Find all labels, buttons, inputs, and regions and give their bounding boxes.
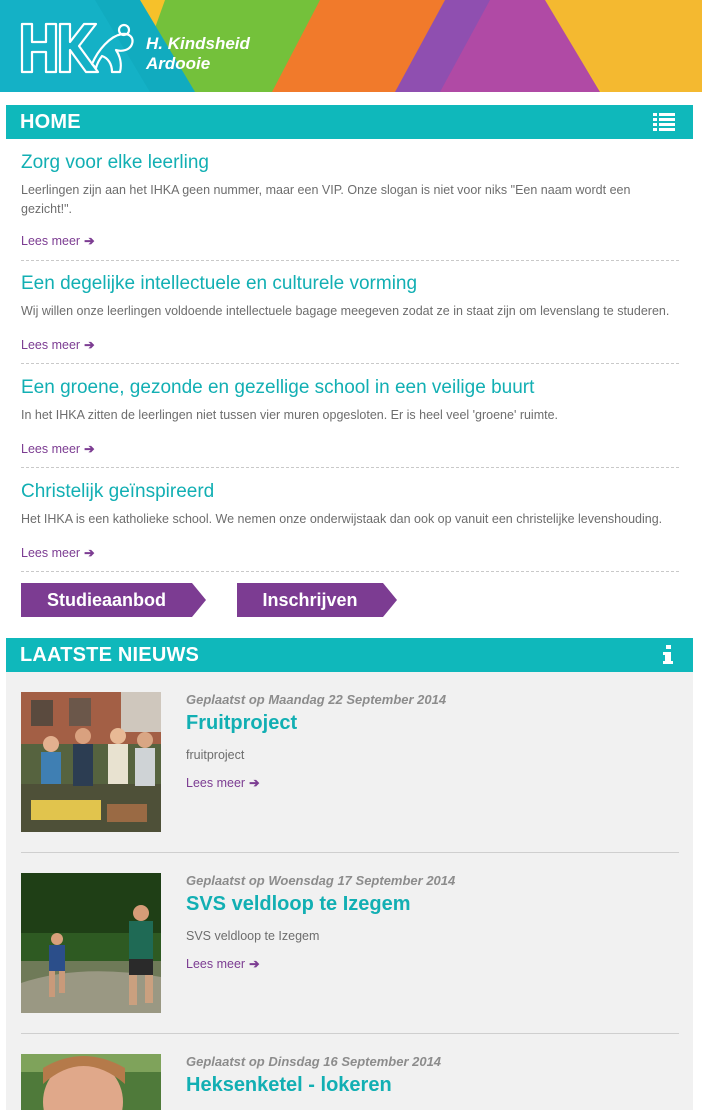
intro-item-title[interactable]: Zorg voor elke leerling [21, 152, 679, 174]
read-more-label: Lees meer [186, 776, 246, 790]
news-item: Geplaatst op Woensdag 17 September 2014 … [21, 873, 679, 1013]
read-more-link[interactable]: Lees meer ➔ [21, 545, 95, 560]
read-more-label: Lees meer [186, 957, 246, 971]
read-more-label: Lees meer [21, 442, 81, 456]
fruitproject-photo [21, 692, 161, 832]
news-summary: SVS veldloop te Izegem [186, 929, 320, 943]
site-header: H. Kindsheid Ardooie [0, 0, 702, 92]
heksenketel-photo [21, 1054, 161, 1110]
intro-item-title[interactable]: Een degelijke intellectuele en culturele… [21, 273, 679, 295]
news-date: Geplaatst op Woensdag 17 September 2014 [186, 873, 456, 888]
arrow-right-icon: ➔ [84, 442, 95, 456]
read-more-link[interactable]: Lees meer ➔ [21, 337, 95, 352]
news-thumbnail[interactable] [21, 692, 161, 832]
intro-item-title[interactable]: Een groene, gezonde en gezellige school … [21, 377, 679, 399]
brand-line-2: Ardooie [146, 54, 211, 73]
news-date: Geplaatst op Dinsdag 16 September 2014 [186, 1054, 442, 1069]
divider [21, 363, 679, 364]
inschrijven-label: Inschrijven [262, 590, 358, 610]
studieaanbod-button[interactable]: Studieaanbod [21, 583, 206, 617]
brand-line-1: H. Kindsheid [146, 34, 250, 53]
intro-item-text: In het IHKA zitten de leerlingen niet tu… [21, 408, 559, 422]
arrow-right-icon: ➔ [84, 546, 95, 560]
read-more-label: Lees meer [21, 234, 81, 248]
arrow-right-icon: ➔ [84, 234, 95, 248]
divider [21, 1033, 679, 1034]
intro-item: Zorg voor elke leerling Leerlingen zijn … [21, 152, 679, 219]
info-icon[interactable] [657, 645, 679, 665]
read-more-link[interactable]: Lees meer ➔ [186, 956, 260, 971]
arrow-right-icon: ➔ [249, 957, 260, 971]
news-date: Geplaatst op Maandag 22 September 2014 [186, 692, 447, 707]
intro-item-text: Wij willen onze leerlingen voldoende int… [21, 304, 670, 318]
arrow-right-icon: ➔ [249, 776, 260, 790]
read-more-label: Lees meer [21, 338, 81, 352]
divider [21, 260, 679, 261]
news-title-link[interactable]: SVS veldloop te Izegem [186, 893, 411, 916]
home-title: HOME [20, 111, 81, 133]
read-more-label: Lees meer [21, 546, 81, 560]
news-thumbnail[interactable] [21, 873, 161, 1013]
brand-name[interactable]: H. Kindsheid Ardooie [146, 34, 250, 74]
intro-item-text: Het IHKA is een katholieke school. We ne… [21, 512, 663, 526]
divider [21, 852, 679, 853]
news-section-bar: LAATSTE NIEUWS [6, 638, 693, 672]
veldloop-photo [21, 873, 161, 1013]
news-summary: fruitproject [186, 748, 245, 762]
intro-item: Een groene, gezonde en gezellige school … [21, 377, 679, 425]
studieaanbod-label: Studieaanbod [46, 590, 166, 610]
news-title-link[interactable]: Heksenketel - lokeren [186, 1074, 392, 1097]
news-title-link[interactable]: Fruitproject [186, 712, 297, 735]
inschrijven-button[interactable]: Inschrijven [237, 583, 397, 617]
arrow-right-icon: ➔ [84, 338, 95, 352]
news-item: Geplaatst op Dinsdag 16 September 2014 H… [21, 1054, 679, 1110]
divider [21, 571, 679, 572]
intro-item-text: Leerlingen zijn aan het IHKA geen nummer… [21, 183, 631, 216]
intro-item: Een degelijke intellectuele en culturele… [21, 273, 679, 321]
ihka-logo[interactable] [20, 20, 136, 76]
home-section-bar: HOME [6, 105, 693, 139]
news-thumbnail[interactable] [21, 1054, 161, 1110]
divider [21, 467, 679, 468]
news-item: Geplaatst op Maandag 22 September 2014 F… [21, 692, 679, 832]
intro-item: Christelijk geïnspireerd Het IHKA is een… [21, 481, 679, 529]
read-more-link[interactable]: Lees meer ➔ [186, 775, 260, 790]
read-more-link[interactable]: Lees meer ➔ [21, 233, 95, 248]
intro-item-title[interactable]: Christelijk geïnspireerd [21, 481, 679, 503]
list-icon[interactable] [653, 112, 675, 132]
news-title: LAATSTE NIEUWS [20, 644, 200, 666]
read-more-link[interactable]: Lees meer ➔ [21, 441, 95, 456]
